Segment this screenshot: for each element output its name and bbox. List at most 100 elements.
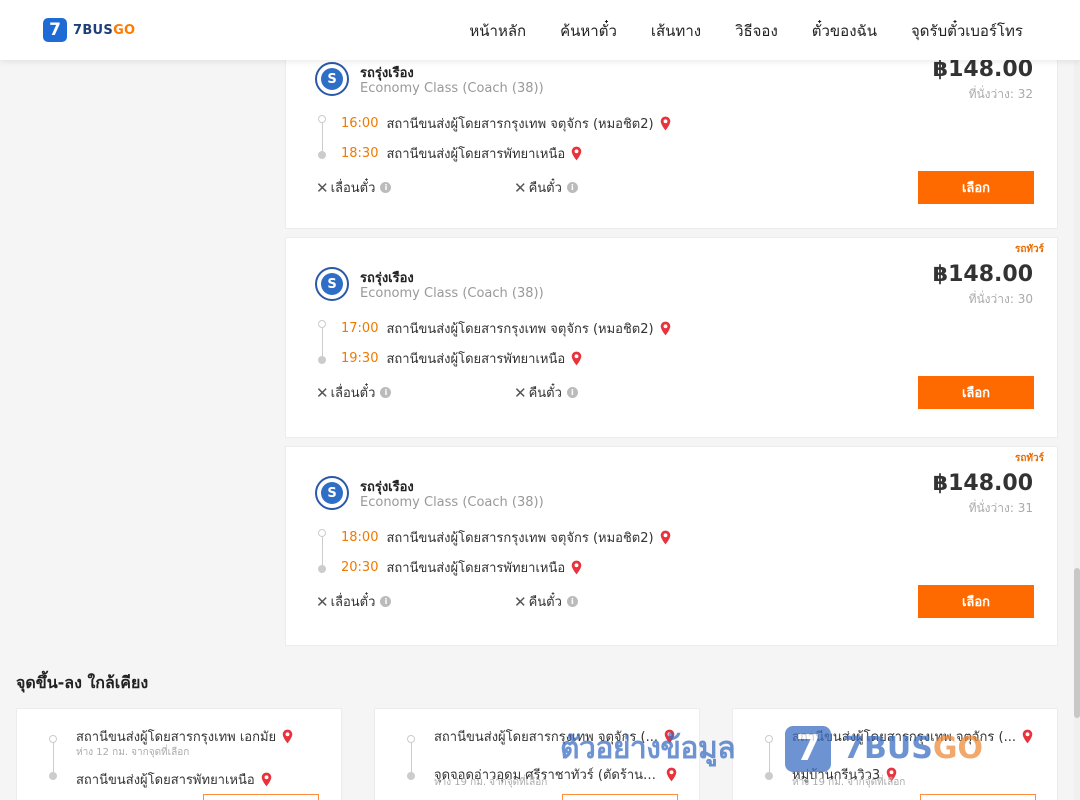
nearby-section-title: จุดขึ้น-ลง ใกล้เคียง	[16, 673, 149, 692]
route-timeline	[764, 735, 774, 780]
nav-my-tickets[interactable]: ตั๋วของฉัน	[812, 19, 877, 43]
departure-time: 17:00	[341, 321, 379, 336]
location-pin-icon[interactable]	[282, 729, 293, 744]
trip-tag: รถทัวร์	[1014, 244, 1044, 255]
cross-icon: ✕	[316, 178, 329, 197]
reschedule-policy[interactable]: ✕ เลื่อนตั๋ว i	[316, 177, 392, 198]
site-logo[interactable]: 7 7BUSGO	[43, 18, 135, 42]
departure-time: 16:00	[341, 116, 379, 131]
location-pin-icon[interactable]	[571, 560, 582, 575]
nearby-select-button[interactable]	[562, 794, 678, 800]
seat-class: Economy Class (Coach (38))	[360, 495, 544, 510]
departure-station: สถานีขนส่งผู้โดยสารกรุงเทพ จตุจักร (หมอช…	[386, 322, 654, 337]
operator-logo: S	[315, 62, 349, 96]
cross-icon: ✕	[316, 383, 329, 402]
reschedule-policy[interactable]: ✕ เลื่อนตั๋ว i	[316, 382, 392, 403]
trip-card: S รถรุ่งเรือง Economy Class (Coach (38)) ฿1…	[285, 40, 1058, 229]
trip-card: รถทัวร์ S รถรุ่งเรือง Economy Class (Coach …	[285, 237, 1058, 438]
nearby-select-button[interactable]	[203, 794, 319, 800]
seats-available: ที่นั่งว่าง: 30	[968, 292, 1033, 306]
arrival-time: 20:30	[341, 560, 379, 575]
location-pin-icon[interactable]	[1022, 729, 1033, 744]
arrival-stop: 18:30 สถานีขนส่งผู้โดยสารพัทยาเหนือ	[341, 143, 582, 164]
nav-routes[interactable]: เส้นทาง	[651, 19, 701, 43]
main-nav: หน้าหลัก ค้นหาตั๋ว เส้นทาง วิธีจอง ตั๋วข…	[469, 19, 1023, 43]
location-pin-icon[interactable]	[666, 767, 677, 782]
info-icon[interactable]: i	[566, 182, 578, 193]
select-trip-button[interactable]: เลือก	[918, 585, 1034, 618]
nav-home[interactable]: หน้าหลัก	[469, 19, 526, 43]
trip-tag: รถทัวร์	[1014, 453, 1044, 464]
ticket-price: ฿148.00	[932, 262, 1033, 287]
location-pin-icon[interactable]	[261, 772, 272, 787]
nearby-to-distance: ห่าง 19 กม. จากจุดที่เลือก	[434, 777, 548, 788]
nav-ticket-pickup-phone[interactable]: จุดรับตั๋วเบอร์โทร	[911, 19, 1023, 43]
arrival-station: สถานีขนส่งผู้โดยสารพัทยาเหนือ	[386, 147, 566, 162]
departure-stop: 16:00 สถานีขนส่งผู้โดยสารกรุงเทพ จตุจักร …	[341, 113, 671, 134]
route-timeline	[317, 316, 327, 368]
operator-name: รถรุ่งเรือง	[360, 66, 414, 81]
nearby-to-distance: ห่าง 19 กม. จากจุดที่เลือก	[792, 777, 906, 788]
nav-search-ticket[interactable]: ค้นหาตั๋ว	[560, 19, 617, 43]
nearby-card[interactable]: สถานีขนส่งผู้โดยสารกรุงเทพ จตุจักร (... จ…	[374, 708, 700, 800]
location-pin-icon[interactable]	[660, 530, 671, 545]
nav-how-to-book[interactable]: วิธีจอง	[735, 19, 778, 43]
cross-icon: ✕	[316, 592, 329, 611]
route-timeline	[48, 735, 58, 780]
operator-logo: S	[315, 476, 349, 510]
operator-logo: S	[315, 267, 349, 301]
nearby-to-stop: สถานีขนส่งผู้โดยสารพัทยาเหนือ	[76, 769, 272, 790]
departure-stop: 17:00 สถานีขนส่งผู้โดยสารกรุงเทพ จตุจักร …	[341, 318, 671, 339]
seats-available: ที่นั่งว่าง: 31	[968, 501, 1033, 515]
nearby-card[interactable]: สถานีขนส่งผู้โดยสารกรุงเทพ เอกมัย ห่าง 12…	[16, 708, 342, 800]
refund-policy[interactable]: ✕ คืนตั๋ว i	[514, 382, 578, 403]
info-icon[interactable]: i	[566, 387, 578, 398]
nearby-from-distance: ห่าง 12 กม. จากจุดที่เลือก	[76, 747, 190, 758]
reschedule-policy[interactable]: ✕ เลื่อนตั๋ว i	[316, 591, 392, 612]
refund-policy[interactable]: ✕ คืนตั๋ว i	[514, 591, 578, 612]
departure-station: สถานีขนส่งผู้โดยสารกรุงเทพ จตุจักร (หมอช…	[386, 531, 654, 546]
info-icon[interactable]: i	[380, 387, 392, 398]
departure-station: สถานีขนส่งผู้โดยสารกรุงเทพ จตุจักร (หมอช…	[386, 117, 654, 132]
arrival-time: 18:30	[341, 146, 379, 161]
select-trip-button[interactable]: เลือก	[918, 376, 1034, 409]
location-pin-icon[interactable]	[571, 146, 582, 161]
arrival-stop: 20:30 สถานีขนส่งผู้โดยสารพัทยาเหนือ	[341, 557, 582, 578]
location-pin-icon[interactable]	[660, 321, 671, 336]
seat-class: Economy Class (Coach (38))	[360, 286, 544, 301]
arrival-stop: 19:30 สถานีขนส่งผู้โดยสารพัทยาเหนือ	[341, 348, 582, 369]
location-pin-icon[interactable]	[664, 729, 675, 744]
route-timeline	[317, 525, 327, 577]
operator-name: รถรุ่งเรือง	[360, 271, 414, 286]
arrival-station: สถานีขนส่งผู้โดยสารพัทยาเหนือ	[386, 352, 566, 367]
refund-policy[interactable]: ✕ คืนตั๋ว i	[514, 177, 578, 198]
scrollbar-thumb[interactable]	[1074, 568, 1080, 718]
arrival-station: สถานีขนส่งผู้โดยสารพัทยาเหนือ	[386, 561, 566, 576]
arrival-time: 19:30	[341, 351, 379, 366]
info-icon[interactable]: i	[566, 596, 578, 607]
location-pin-icon[interactable]	[660, 116, 671, 131]
route-timeline	[406, 735, 416, 780]
cross-icon: ✕	[514, 592, 527, 611]
info-icon[interactable]: i	[380, 182, 392, 193]
nearby-from-stop: สถานีขนส่งผู้โดยสารกรุงเทพ จตุจักร (...	[792, 726, 1033, 747]
cross-icon: ✕	[514, 383, 527, 402]
info-icon[interactable]: i	[380, 596, 392, 607]
select-trip-button[interactable]: เลือก	[918, 171, 1034, 204]
cross-icon: ✕	[514, 178, 527, 197]
logo-text: 7BUSGO	[73, 22, 136, 38]
top-header: 7 7BUSGO หน้าหลัก ค้นหาตั๋ว เส้นทาง วิธี…	[0, 0, 1080, 60]
route-timeline	[317, 111, 327, 163]
location-pin-icon[interactable]	[571, 351, 582, 366]
nearby-card[interactable]: สถานีขนส่งผู้โดยสารกรุงเทพ จตุจักร (... ห…	[732, 708, 1058, 800]
ticket-price: ฿148.00	[932, 57, 1033, 82]
operator-name: รถรุ่งเรือง	[360, 480, 414, 495]
nearby-from-stop: สถานีขนส่งผู้โดยสารกรุงเทพ จตุจักร (...	[434, 726, 675, 747]
nearby-select-button[interactable]	[920, 794, 1036, 800]
nearby-from-stop: สถานีขนส่งผู้โดยสารกรุงเทพ เอกมัย	[76, 726, 293, 747]
trip-card: รถทัวร์ S รถรุ่งเรือง Economy Class (Coach …	[285, 446, 1058, 646]
departure-time: 18:00	[341, 530, 379, 545]
seats-available: ที่นั่งว่าง: 32	[968, 87, 1033, 101]
departure-stop: 18:00 สถานีขนส่งผู้โดยสารกรุงเทพ จตุจักร …	[341, 527, 671, 548]
ticket-price: ฿148.00	[932, 471, 1033, 496]
